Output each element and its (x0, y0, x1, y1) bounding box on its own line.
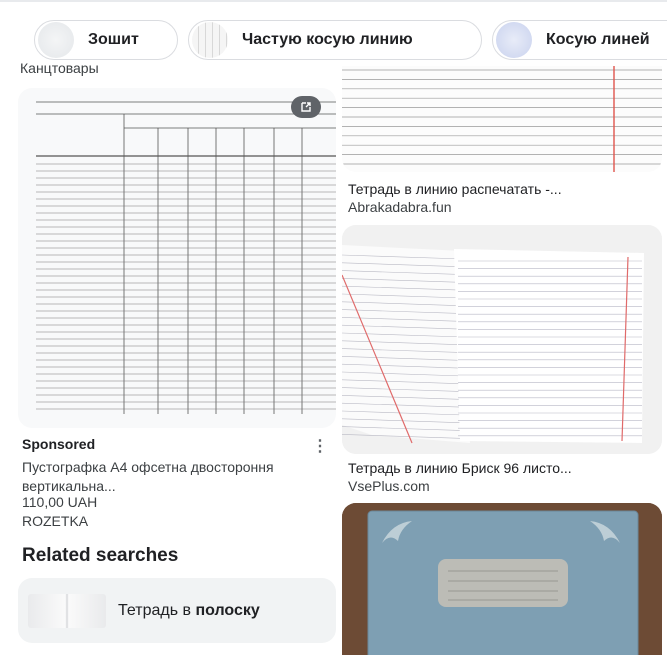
result-source: VsePlus.com (348, 478, 430, 494)
blue-notebook-image[interactable] (342, 503, 662, 655)
chip-thumbnail (38, 22, 74, 58)
open-in-new-glyph (301, 102, 311, 112)
related-search-label: Тетрадь в полоску (118, 601, 260, 619)
ledger-sheet-graphic (36, 101, 336, 414)
blue-notebook-graphic (342, 503, 662, 655)
chip-label: Зошит (88, 31, 139, 48)
sponsored-product-image[interactable] (18, 88, 336, 428)
chip-thumbnail (496, 22, 532, 58)
more-options-icon[interactable]: ⋮ (312, 436, 328, 456)
chip-chastuyu-kosuyu[interactable]: Частую косую линию (188, 20, 482, 60)
sponsored-label: Sponsored (22, 436, 96, 452)
chip-kosuyu-liney[interactable]: Косую линей (492, 20, 667, 60)
filter-chips-bar: Зошит Частую косую линию Косую линей (0, 0, 667, 68)
open-notebook-graphic (342, 225, 662, 454)
chip-label: Косую линей (546, 31, 650, 48)
product-store[interactable]: ROZETKA (22, 513, 88, 529)
lined-paper-image[interactable] (342, 66, 662, 172)
product-price: 110,00 UAH (22, 494, 98, 510)
result-caption: Канцтовары (20, 60, 99, 76)
open-notebook-image[interactable] (342, 225, 662, 454)
chip-label: Частую косую линию (242, 31, 413, 48)
result-source: Abrakadabra.fun (348, 199, 452, 215)
open-in-new-icon[interactable] (291, 96, 321, 118)
result-title[interactable]: Тетрадь в линию Бриск 96 листо... (348, 460, 572, 476)
product-title[interactable]: Пустографка А4 офсетна двостороння верти… (22, 458, 292, 496)
chip-thumbnail (192, 22, 228, 58)
lined-paper-graphic (342, 66, 662, 172)
related-searches-heading: Related searches (22, 545, 179, 566)
related-search-thumbnail (28, 593, 106, 628)
related-search-item[interactable]: Тетрадь в полоску (18, 578, 336, 643)
chip-zoshit[interactable]: Зошит (34, 20, 178, 60)
result-title[interactable]: Тетрадь в линию распечатать -... (348, 181, 562, 197)
